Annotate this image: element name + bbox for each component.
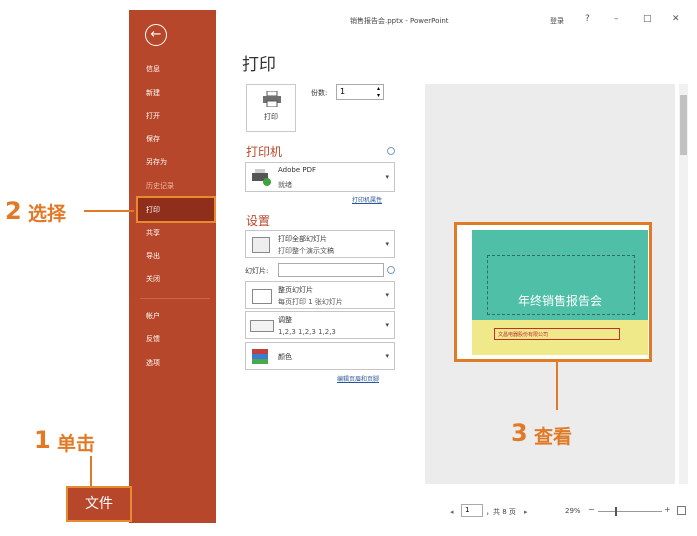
prev-page-icon[interactable]: ◂ [450, 508, 454, 516]
nav-divider [140, 298, 210, 299]
printer-icon [263, 91, 281, 107]
copies-label: 份数: [311, 89, 328, 97]
full-page-icon [252, 289, 272, 304]
nav-export[interactable]: 导出 [146, 251, 214, 261]
close-icon[interactable]: ✕ [672, 14, 680, 24]
nav-save-as[interactable]: 另存为 [146, 157, 214, 167]
help-icon[interactable]: ? [585, 14, 590, 24]
slides-label: 幻灯片: [245, 267, 269, 275]
maximize-icon[interactable]: □ [643, 14, 652, 24]
nav-history[interactable]: 历史记录 [146, 181, 214, 191]
chevron-down-icon: ▾ [385, 321, 389, 329]
file-tab[interactable]: 文件 [66, 486, 132, 522]
login-link[interactable]: 登录 [550, 16, 564, 26]
print-button[interactable] [246, 84, 296, 132]
nav-save[interactable]: 保存 [146, 134, 214, 144]
zoom-in-icon[interactable]: + [664, 505, 671, 514]
settings-section-title: 设置 [246, 214, 271, 228]
chevron-down-icon: ▾ [385, 291, 389, 299]
page-number-input[interactable]: 1 [461, 504, 483, 517]
color-icon [252, 349, 268, 364]
print-range-subtitle: 打印整个演示文稿 [278, 247, 334, 255]
color-dropdown[interactable]: 颜色 ▾ [245, 342, 395, 370]
layout-dropdown[interactable]: 整页幻灯片 每页打印 1 张幻灯片 ▾ [245, 281, 395, 309]
nav-feedback[interactable]: 反馈 [146, 334, 214, 344]
back-arrow-icon[interactable]: ← [145, 24, 167, 46]
nav-options[interactable]: 选项 [146, 358, 214, 368]
collate-icon [250, 320, 274, 332]
collate-title: 调整 [278, 316, 292, 324]
step1-label: 单击 [57, 433, 96, 455]
step1-number: 1 [34, 426, 51, 454]
fit-to-window-icon[interactable] [677, 506, 686, 515]
backstage-panel [129, 10, 216, 523]
layout-subtitle: 每页打印 1 张幻灯片 [278, 298, 343, 306]
step2-label: 选择 [28, 203, 67, 225]
step2-pointer [84, 210, 134, 212]
color-title: 颜色 [278, 353, 292, 361]
next-page-icon[interactable]: ▸ [524, 508, 528, 516]
nav-account[interactable]: 帐户 [146, 311, 214, 321]
step3-number: 3 [511, 419, 528, 447]
copies-spin-icon[interactable]: ▴ ▾ [377, 85, 380, 99]
pdf-printer-icon [252, 169, 271, 186]
slide-title: 年终销售报告会 [517, 294, 602, 308]
printer-status: 就绪 [278, 181, 292, 189]
scrollbar-thumb[interactable] [680, 95, 687, 155]
zoom-level: 29% [565, 507, 581, 515]
step1-pointer [90, 456, 92, 486]
slides-input[interactable] [278, 263, 384, 277]
printer-section-title: 打印机 [246, 145, 283, 159]
info-icon[interactable] [387, 147, 395, 155]
zoom-out-icon[interactable]: − [588, 505, 595, 514]
chevron-down-icon: ▾ [385, 240, 389, 248]
collate-dropdown[interactable]: 调整 1,2,3 1,2,3 1,2,3 ▾ [245, 311, 395, 339]
printer-properties-link[interactable]: 打印机属性 [352, 195, 382, 204]
print-range-dropdown[interactable]: 打印全部幻灯片 打印整个演示文稿 ▾ [245, 230, 395, 258]
nav-share[interactable]: 共享 [146, 228, 214, 238]
window-title: 销售报告会.pptx - PowerPoint [350, 17, 449, 25]
layout-title: 整页幻灯片 [278, 286, 313, 294]
zoom-slider-thumb[interactable] [615, 507, 617, 516]
nav-info[interactable]: 信息 [146, 64, 214, 74]
print-button-label: 打印 [264, 113, 278, 121]
minimize-icon[interactable]: – [614, 14, 619, 24]
nav-open[interactable]: 打开 [146, 111, 214, 121]
copies-input[interactable]: 1 ▴ ▾ [336, 84, 384, 100]
printer-dropdown[interactable]: Adobe PDF 就绪 ▾ [245, 162, 395, 192]
printer-name: Adobe PDF [278, 166, 317, 174]
page-title: 打印 [242, 55, 276, 75]
nav-close[interactable]: 关闭 [146, 274, 214, 284]
zoom-slider[interactable] [598, 511, 662, 512]
step2-number: 2 [5, 197, 22, 225]
step3-label: 查看 [534, 426, 573, 448]
copies-value: 1 [340, 87, 346, 96]
slides-icon [252, 237, 270, 253]
slide-company-name: 文昌电器股份有限公司 [494, 328, 620, 340]
chevron-down-icon: ▾ [385, 352, 389, 360]
step3-pointer [556, 362, 558, 410]
chevron-down-icon: ▾ [385, 173, 389, 181]
info-icon[interactable] [387, 266, 395, 274]
collate-subtitle: 1,2,3 1,2,3 1,2,3 [278, 328, 336, 336]
page-total: ，共 8 页 [486, 508, 516, 516]
edit-header-footer-link[interactable]: 编辑页眉和页脚 [337, 374, 379, 383]
nav-print[interactable]: 打印 [146, 205, 214, 215]
print-range-title: 打印全部幻灯片 [278, 235, 327, 243]
nav-new[interactable]: 新建 [146, 88, 214, 98]
